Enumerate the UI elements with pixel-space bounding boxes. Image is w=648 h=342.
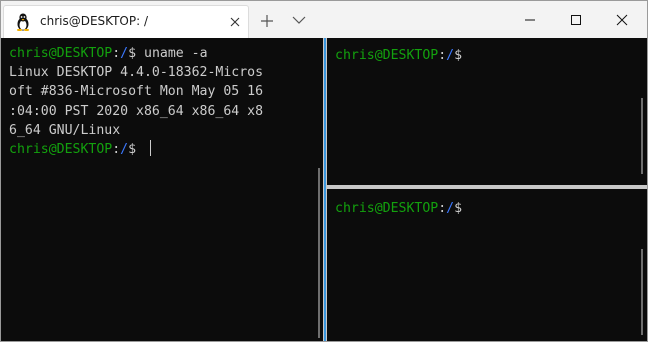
tab-title: chris@DESKTOP: / (40, 14, 149, 28)
output-line: oft #836-Microsoft Mon May 05 16 (9, 84, 264, 100)
prompt-path: / (120, 141, 129, 157)
close-window-button[interactable] (599, 1, 645, 38)
close-tab-icon[interactable] (228, 15, 242, 29)
maximize-icon (571, 14, 581, 25)
prompt-line: chris@DESKTOP:/$ (335, 199, 647, 218)
prompt-user: chris@DESKTOP (9, 141, 113, 157)
title-bar[interactable]: chris@DESKTOP: / (1, 1, 647, 38)
prompt-path: / (120, 46, 129, 61)
prompt-user: chris@DESKTOP (9, 46, 113, 61)
chevron-down-icon[interactable] (292, 15, 306, 25)
prompt-end: $ (128, 46, 145, 61)
minimize-button[interactable] (507, 1, 553, 38)
prompt-separator: : (438, 48, 447, 63)
prompt-separator: : (112, 141, 121, 157)
scrollbar[interactable] (318, 168, 320, 338)
prompt-line: chris@DESKTOP:/$ (9, 139, 323, 159)
terminal-area: chris@DESKTOP:/$ uname -a Linux DESKTOP … (1, 38, 647, 341)
linux-penguin-icon (16, 13, 30, 31)
prompt-end: $ (454, 48, 463, 63)
command-text: uname -a (144, 46, 208, 61)
output-line: 6_64 GNU/Linux (9, 122, 121, 138)
terminal-window: chris@DESKTOP: / chris@DESKTOP:/$ uname … (0, 0, 648, 342)
terminal-pane-left[interactable]: chris@DESKTOP:/$ uname -a Linux DESKTOP … (1, 38, 323, 341)
prompt-end: $ (454, 201, 463, 216)
active-pane-indicator (324, 38, 326, 341)
prompt-path: / (446, 201, 455, 216)
scrollbar[interactable] (641, 98, 643, 174)
terminal-pane-top-right[interactable]: chris@DESKTOP:/$ (327, 38, 647, 185)
prompt-line: chris@DESKTOP:/$ (335, 46, 647, 65)
close-icon (616, 14, 628, 25)
output-line: Linux DESKTOP 4.4.0-18362-Micros (9, 65, 264, 81)
prompt-user: chris@DESKTOP (335, 48, 439, 63)
text-cursor (150, 139, 152, 156)
output-line: :04:00 PST 2020 x86_64 x86_64 x8 (9, 103, 264, 119)
prompt-line: chris@DESKTOP:/$ uname -a (9, 44, 323, 63)
scrollbar[interactable] (641, 249, 643, 335)
prompt-separator: : (438, 201, 447, 216)
prompt-path: / (446, 48, 455, 63)
prompt-user: chris@DESKTOP (335, 201, 439, 216)
minimize-icon (525, 19, 535, 20)
terminal-pane-bottom-right[interactable]: chris@DESKTOP:/$ (327, 189, 647, 341)
maximize-button[interactable] (553, 1, 599, 38)
tab-active[interactable]: chris@DESKTOP: / (3, 5, 249, 38)
new-tab-plus-icon[interactable] (260, 14, 274, 28)
prompt-separator: : (112, 46, 121, 61)
prompt-end: $ (128, 141, 145, 157)
